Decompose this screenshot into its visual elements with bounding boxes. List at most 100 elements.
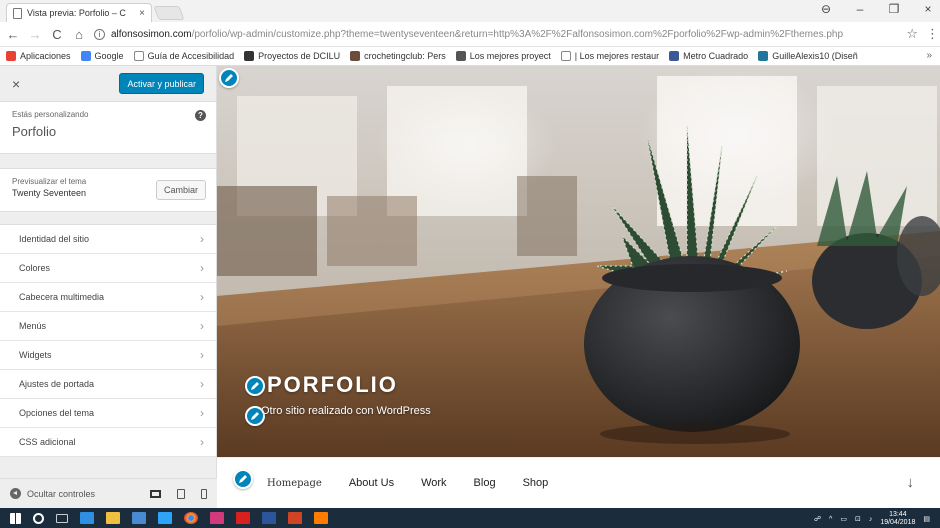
- theme-preview-block: Previsualizar el tema Twenty Seventeen C…: [0, 168, 216, 212]
- change-theme-button[interactable]: Cambiar: [155, 180, 206, 200]
- bookmark-item[interactable]: Proyectos de DCILU: [244, 51, 340, 61]
- customizer-section-item[interactable]: Colores ›: [0, 254, 216, 283]
- customizing-info: Estás personalizando Porfolio ?: [0, 102, 216, 154]
- network-icon[interactable]: ⊡: [855, 515, 861, 523]
- nav-link-shop[interactable]: Shop: [523, 477, 549, 489]
- restore-button[interactable]: ❐: [888, 2, 900, 16]
- hide-controls-button[interactable]: Ocultar controles: [27, 489, 95, 499]
- reload-button[interactable]: C: [50, 27, 64, 42]
- scroll-down-arrow-icon[interactable]: ↓: [907, 474, 915, 491]
- section-label: Opciones del tema: [19, 408, 95, 418]
- edit-header-shortcut[interactable]: [219, 68, 239, 88]
- word-icon[interactable]: [262, 512, 276, 524]
- back-button[interactable]: ←: [6, 27, 20, 42]
- bookmark-item[interactable]: crochetingclub: Pers: [350, 51, 446, 61]
- customizer-header: × Activar y publicar: [0, 66, 216, 102]
- customizer-section-item[interactable]: Identidad del sitio ›: [0, 225, 216, 254]
- bookmark-item[interactable]: Google: [80, 51, 124, 61]
- forward-button[interactable]: →: [28, 27, 42, 42]
- nav-link-about-us[interactable]: About Us: [349, 477, 394, 489]
- bookmark-item[interactable]: | Los mejores restaur: [560, 51, 660, 61]
- pencil-icon: [225, 74, 233, 82]
- page-icon: [133, 51, 144, 61]
- home-button[interactable]: ⌂: [72, 27, 86, 42]
- search-circle-icon[interactable]: [33, 512, 44, 524]
- bookmark-label: | Los mejores restaur: [574, 51, 660, 61]
- window-controls: ⊖ – ❐ ×: [820, 2, 934, 16]
- customizer-section-item[interactable]: Menús ›: [0, 312, 216, 341]
- page-icon: [13, 7, 22, 19]
- bookmark-item[interactable]: Guía de Accesibilidad: [133, 51, 235, 61]
- bookmark-item[interactable]: GuilleAlexis10 (Diseñ: [758, 51, 858, 61]
- section-label: Cabecera multimedia: [19, 292, 105, 302]
- bookmark-label: Guía de Accesibilidad: [147, 51, 235, 61]
- bookmark-item[interactable]: Metro Cuadrado: [669, 51, 748, 61]
- clock[interactable]: 13:44 19/04/2018: [880, 511, 915, 527]
- close-window-button[interactable]: ×: [922, 2, 934, 16]
- file-explorer-icon[interactable]: [106, 512, 120, 524]
- tray-chevron-icon[interactable]: ^: [829, 516, 832, 523]
- site-navigation: Homepage About Us Work Blog Shop ↓: [217, 457, 940, 508]
- browser-tab[interactable]: Vista previa: Porfolio – C ×: [6, 3, 152, 22]
- customizer-section-item[interactable]: Cabecera multimedia ›: [0, 283, 216, 312]
- bookmark-label: Metro Cuadrado: [683, 51, 749, 61]
- chrome-icon[interactable]: [184, 512, 198, 524]
- chevron-right-icon: ›: [200, 377, 204, 391]
- customizer-section-item[interactable]: Ajustes de portada ›: [0, 370, 216, 399]
- address-bar[interactable]: i alfonsosimon.com/porfolio/wp-admin/cus…: [94, 25, 898, 44]
- bookmark-item[interactable]: Los mejores proyect: [455, 51, 551, 61]
- desktop-preview-icon[interactable]: [150, 489, 161, 498]
- indesign-icon[interactable]: [210, 512, 224, 524]
- new-tab-button[interactable]: [153, 6, 185, 20]
- bookmark-label: crochetingclub: Pers: [364, 51, 446, 61]
- customizer-sidebar: × Activar y publicar Estás personalizand…: [0, 66, 217, 508]
- chevron-right-icon: ›: [200, 290, 204, 304]
- volume-icon[interactable]: ♪: [869, 516, 873, 523]
- wordpress-icon: [758, 51, 769, 61]
- powerpoint-icon[interactable]: [288, 512, 302, 524]
- profile-icon[interactable]: ⊖: [820, 2, 832, 16]
- nav-link-homepage[interactable]: Homepage: [267, 478, 322, 489]
- photoshop-icon[interactable]: [158, 512, 172, 524]
- customizer-section-item[interactable]: Opciones del tema ›: [0, 399, 216, 428]
- clock-time: 13:44: [889, 511, 907, 518]
- section-label: Menús: [19, 321, 47, 331]
- chevron-right-icon: ›: [200, 261, 204, 275]
- activate-publish-button[interactable]: Activar y publicar: [119, 73, 204, 94]
- acrobat-icon[interactable]: [236, 512, 250, 524]
- people-icon[interactable]: ☍: [814, 515, 821, 523]
- collapse-icon[interactable]: [10, 488, 21, 499]
- help-icon[interactable]: ?: [195, 110, 206, 121]
- bookmark-item[interactable]: Aplicaciones: [6, 51, 71, 61]
- pencil-icon: [251, 382, 259, 390]
- pencil-icon: [239, 475, 247, 483]
- bookmarks-overflow-icon[interactable]: »: [922, 50, 932, 61]
- crochet-icon: [350, 51, 361, 61]
- bookmark-label: GuilleAlexis10 (Diseñ: [772, 51, 858, 61]
- store-icon[interactable]: [132, 512, 146, 524]
- flipboard-icon: [455, 51, 466, 61]
- notifications-icon[interactable]: ▤: [923, 515, 930, 523]
- illustrator-icon[interactable]: [314, 512, 328, 524]
- edge-icon[interactable]: [80, 512, 94, 524]
- site-title[interactable]: PORFOLIO: [267, 372, 398, 398]
- nav-link-work[interactable]: Work: [421, 477, 446, 489]
- edit-menu-shortcut[interactable]: [233, 469, 253, 489]
- tablet-preview-icon[interactable]: [177, 488, 185, 499]
- windows-start-icon[interactable]: [10, 512, 21, 524]
- bookmark-label: Aplicaciones: [20, 51, 71, 61]
- mobile-preview-icon[interactable]: [201, 488, 207, 499]
- customizer-section-item[interactable]: CSS adicional ›: [0, 428, 216, 457]
- browser-menu-icon[interactable]: ⋮: [926, 26, 939, 42]
- minimize-button[interactable]: –: [854, 2, 866, 16]
- close-icon[interactable]: ×: [12, 76, 20, 92]
- bookmark-star-icon[interactable]: ☆: [906, 26, 918, 42]
- nav-link-blog[interactable]: Blog: [474, 477, 496, 489]
- section-label: CSS adicional: [19, 437, 76, 447]
- info-icon[interactable]: i: [94, 28, 105, 40]
- tab-close-icon[interactable]: ×: [139, 8, 145, 19]
- edit-title-shortcut[interactable]: [245, 376, 265, 396]
- battery-icon[interactable]: ▭: [840, 515, 847, 523]
- task-view-icon[interactable]: [56, 513, 68, 523]
- customizer-section-item[interactable]: Widgets ›: [0, 341, 216, 370]
